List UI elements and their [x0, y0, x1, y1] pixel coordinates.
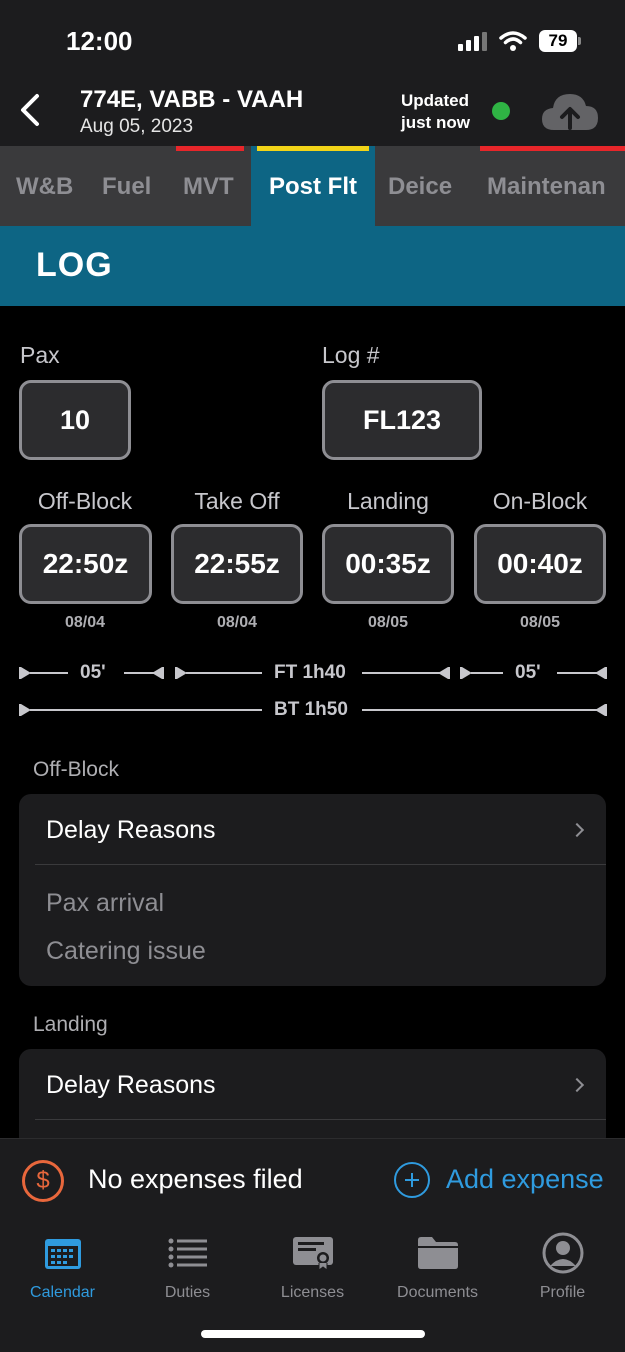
take-off-label: Take Off — [194, 488, 280, 514]
bottom-tab-bar: Calendar Duties Licenses Documents Profi… — [0, 1220, 625, 1352]
cellular-signal-icon — [458, 31, 487, 51]
flight-time-duration: FT 1h40 — [274, 662, 346, 683]
tabbar-calendar[interactable]: Calendar — [0, 1230, 125, 1302]
dollar-icon: $ — [22, 1160, 64, 1202]
taxi-in-duration: 05' — [515, 662, 541, 683]
wifi-icon — [499, 31, 527, 51]
landing-delay-reasons-row[interactable]: Delay Reasons — [46, 1071, 216, 1100]
cloud-upload-icon — [542, 94, 598, 130]
cloud-upload-button[interactable] — [538, 86, 602, 136]
landing-group-label: Landing — [33, 1013, 108, 1036]
expense-status: No expenses filed — [88, 1164, 303, 1194]
section-title: LOG — [36, 246, 113, 284]
chevron-right-icon — [569, 822, 585, 838]
sync-status-text: Updated just now — [401, 91, 470, 132]
chevron-right-icon — [569, 1077, 585, 1093]
take-off-time-field[interactable]: 22:55z — [171, 524, 303, 604]
calendar-icon — [44, 1239, 81, 1269]
status-bar: 12:00 79 — [0, 0, 625, 80]
landing-time-field[interactable]: 00:35z — [322, 524, 454, 604]
tab-post-flt[interactable]: Post Flt — [251, 146, 375, 226]
person-icon — [542, 1232, 583, 1274]
landing-date: 08/05 — [367, 614, 409, 631]
status-icons: 79 — [458, 30, 581, 52]
flight-title: 774E, VABB - VAAH — [80, 86, 304, 113]
tab-fuel[interactable]: Fuel — [102, 146, 151, 226]
taxi-out-duration: 05' — [80, 662, 106, 683]
section-header: LOG — [0, 226, 625, 306]
on-block-label: On-Block — [492, 488, 588, 514]
log-number-label: Log # — [322, 342, 380, 368]
status-time: 12:00 — [66, 26, 133, 56]
off-block-delay-reasons-row[interactable]: Delay Reasons — [46, 816, 216, 845]
back-button[interactable] — [10, 88, 50, 132]
add-circle-icon[interactable] — [394, 1162, 430, 1198]
add-expense-button[interactable]: Add expense — [446, 1164, 604, 1195]
block-time-duration: BT 1h50 — [274, 699, 348, 720]
list-icon — [168, 1238, 207, 1268]
off-block-group-label: Off-Block — [33, 758, 119, 781]
tab-wb[interactable]: W&B — [16, 146, 73, 226]
flight-tabs: W&B Fuel MVT Post Flt Deice Maintenan — [0, 146, 625, 226]
flight-date: Aug 05, 2023 — [80, 116, 194, 137]
tabbar-profile[interactable]: Profile — [500, 1230, 625, 1302]
expense-bar: $ No expenses filed Add expense — [0, 1138, 625, 1220]
off-block-date: 08/04 — [64, 614, 106, 631]
battery-level: 79 — [539, 30, 577, 52]
battery-icon: 79 — [539, 30, 581, 52]
pax-label: Pax — [20, 342, 60, 368]
landing-delay-card: Delay Reasons — [19, 1049, 606, 1149]
folder-icon — [417, 1237, 458, 1269]
sync-status-dot — [492, 102, 510, 120]
chevron-left-icon — [21, 94, 39, 126]
off-block-time-field[interactable]: 22:50z — [19, 524, 152, 604]
tabbar-documents[interactable]: Documents — [375, 1230, 500, 1302]
take-off-date: 08/04 — [216, 614, 258, 631]
tab-deice[interactable]: Deice — [388, 146, 452, 226]
off-block-delay-card: Delay Reasons Pax arrival Catering issue — [19, 794, 606, 986]
tabbar-duties[interactable]: Duties — [125, 1230, 250, 1302]
certificate-icon — [292, 1237, 333, 1271]
flight-header: 774E, VABB - VAAH Aug 05, 2023 Updated j… — [0, 80, 625, 146]
delay-reason-item: Pax arrival — [46, 889, 165, 917]
landing-label: Landing — [347, 488, 429, 514]
tabbar-licenses[interactable]: Licenses — [250, 1230, 375, 1302]
off-block-label: Off-Block — [37, 488, 133, 514]
home-indicator — [201, 1330, 425, 1338]
delay-reason-item: Catering issue — [46, 937, 206, 965]
on-block-time-field[interactable]: 00:40z — [474, 524, 606, 604]
log-number-field[interactable]: FL123 — [322, 380, 482, 460]
tab-mvt[interactable]: MVT — [183, 146, 234, 226]
tab-maintenance[interactable]: Maintenan — [487, 146, 606, 226]
pax-field[interactable]: 10 — [19, 380, 131, 460]
tab-maintenance-indicator — [480, 146, 625, 151]
on-block-date: 08/05 — [519, 614, 561, 631]
tab-post-flt-indicator — [257, 146, 369, 151]
